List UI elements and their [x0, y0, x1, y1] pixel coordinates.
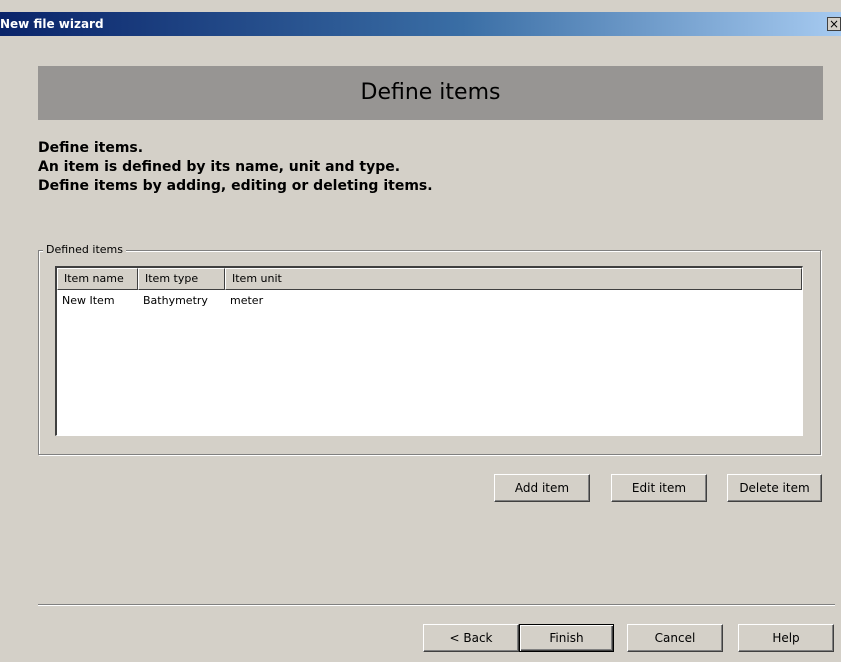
cell-item-unit: meter: [230, 294, 264, 307]
column-header-item-name[interactable]: Item name: [57, 268, 138, 290]
column-header-item-type[interactable]: Item type: [138, 268, 225, 290]
window-title: New file wizard: [0, 17, 104, 31]
group-label: Defined items: [43, 243, 126, 256]
description-line-2: An item is defined by its name, unit and…: [38, 159, 401, 175]
finish-button[interactable]: Finish: [519, 624, 614, 652]
footer-separator: [38, 604, 835, 606]
description-line-3: Define items by adding, editing or delet…: [38, 178, 433, 194]
cancel-button[interactable]: Cancel: [627, 624, 723, 652]
new-file-wizard-dialog: New file wizard × Define items Define it…: [0, 0, 841, 662]
column-header-item-unit[interactable]: Item unit: [225, 268, 802, 290]
add-item-button[interactable]: Add item: [494, 474, 590, 502]
wizard-header-banner: Define items: [38, 66, 823, 120]
description-line-1: Define items.: [38, 140, 144, 156]
page-title: Define items: [360, 80, 501, 105]
items-list-view[interactable]: Item name Item type Item unit New Item B…: [55, 266, 803, 436]
title-bar[interactable]: New file wizard ×: [0, 12, 841, 36]
cell-item-name: New Item: [62, 294, 115, 307]
back-button[interactable]: < Back: [423, 624, 519, 652]
delete-item-button[interactable]: Delete item: [727, 474, 822, 502]
close-icon[interactable]: ×: [827, 17, 841, 31]
list-header: Item name Item type Item unit: [57, 268, 802, 290]
cell-item-type: Bathymetry: [143, 294, 208, 307]
table-row[interactable]: New Item Bathymetry meter: [57, 293, 425, 309]
help-button[interactable]: Help: [738, 624, 834, 652]
edit-item-button[interactable]: Edit item: [611, 474, 707, 502]
